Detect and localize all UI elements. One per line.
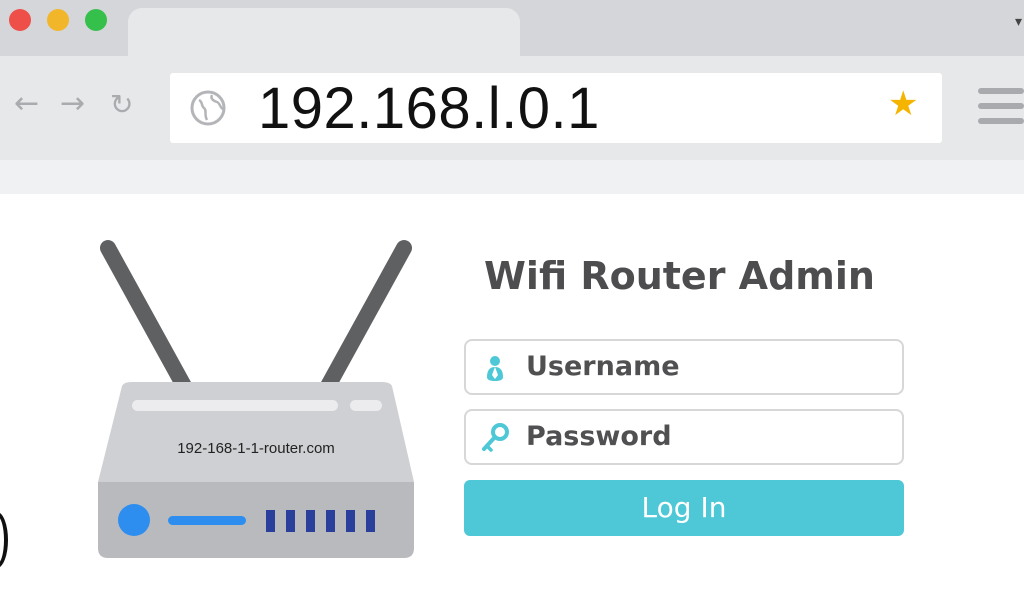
browser-tab[interactable] xyxy=(128,8,520,60)
user-icon xyxy=(487,356,503,381)
arrow-right-icon[interactable]: → xyxy=(60,89,85,119)
hamburger-menu-icon[interactable] xyxy=(978,88,1024,128)
address-bar[interactable]: 192.168.l.0.1 ★ xyxy=(170,73,942,143)
minimize-window-button[interactable] xyxy=(47,9,69,31)
reload-icon[interactable]: ↻ xyxy=(110,91,133,119)
bookmarks-bar xyxy=(0,160,1024,194)
star-icon[interactable]: ★ xyxy=(888,87,918,121)
arrow-left-icon[interactable]: ← xyxy=(14,89,39,119)
page-title: Wifi Router Admin xyxy=(484,254,875,298)
login-button[interactable]: Log In xyxy=(464,480,904,536)
key-icon xyxy=(482,423,509,452)
router-brand-label: 192-168-1-1-router.com xyxy=(177,440,335,457)
close-window-button[interactable] xyxy=(9,9,31,31)
power-led-icon xyxy=(118,504,150,536)
browser-titlebar: ▾ xyxy=(0,0,1024,60)
tab-overflow-icon[interactable]: ▾ xyxy=(1015,14,1022,30)
edge-decoration xyxy=(0,512,8,568)
username-field[interactable]: Username xyxy=(464,339,904,395)
router-illustration: 192-168-1-1-router.com xyxy=(98,240,414,558)
password-field[interactable]: Password xyxy=(464,409,904,465)
maximize-window-button[interactable] xyxy=(85,9,107,31)
browser-toolbar: ← → ↻ 192.168.l.0.1 ★ xyxy=(0,56,1024,160)
url-text[interactable]: 192.168.l.0.1 xyxy=(258,77,600,141)
username-placeholder: Username xyxy=(526,351,680,382)
globe-icon xyxy=(190,90,226,126)
password-placeholder: Password xyxy=(526,421,672,452)
